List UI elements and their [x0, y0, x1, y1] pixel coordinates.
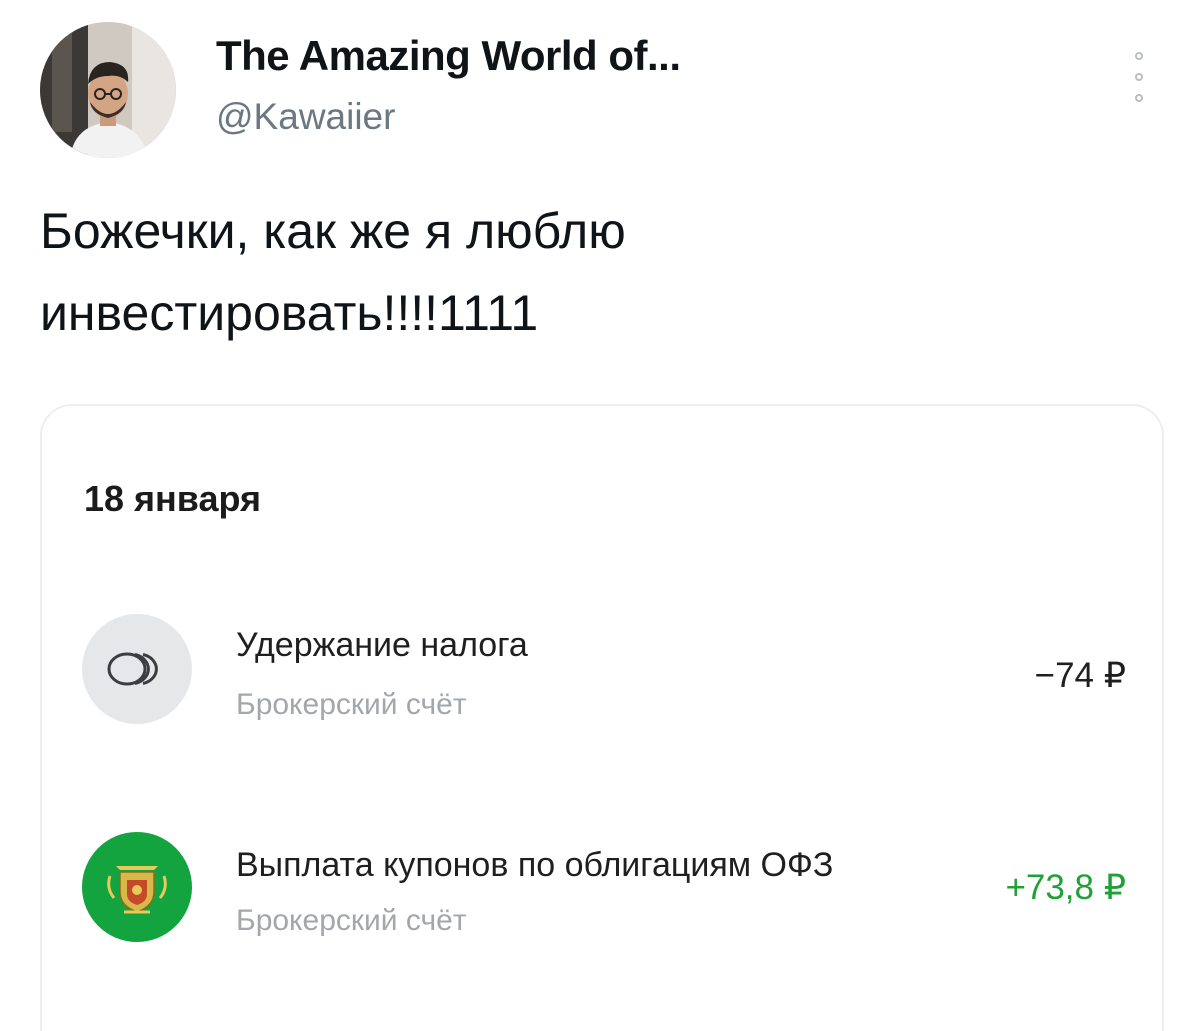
tweet-screen: The Amazing World of... @Kawaiier Божечк… — [0, 0, 1200, 1031]
more-dot-icon — [1135, 94, 1143, 102]
operation-account: Брокерский счёт — [236, 688, 467, 721]
operation-title: Удержание налога — [236, 626, 528, 664]
operation-row-tax[interactable] — [60, 600, 1140, 740]
more-options-button[interactable] — [1124, 52, 1154, 102]
operation-title: Выплата купонов по облигациям ОФЗ — [236, 846, 834, 884]
operation-row-coupon[interactable] — [60, 820, 1140, 960]
avatar-photo-icon — [40, 22, 176, 158]
tweet-text: Божечки, как же я люблю инвестировать!!!… — [40, 190, 1140, 354]
author-handle[interactable]: @Kawaiier — [216, 96, 395, 138]
avatar[interactable] — [40, 22, 176, 158]
operation-amount: −74 ₽ — [1034, 656, 1126, 695]
operation-amount: +73,8 ₽ — [1005, 868, 1126, 907]
tweet-text-line: Божечки, как же я люблю — [40, 203, 626, 259]
tweet-text-line: инвестировать!!!!1111 — [40, 285, 539, 341]
more-dot-icon — [1135, 73, 1143, 81]
operations-date-heading: 18 января — [84, 478, 261, 519]
more-dot-icon — [1135, 52, 1143, 60]
author-name[interactable]: The Amazing World of... — [216, 32, 681, 80]
operation-account: Брокерский счёт — [236, 904, 467, 937]
minfin-emblem-icon — [82, 832, 192, 942]
coins-icon — [82, 614, 192, 724]
